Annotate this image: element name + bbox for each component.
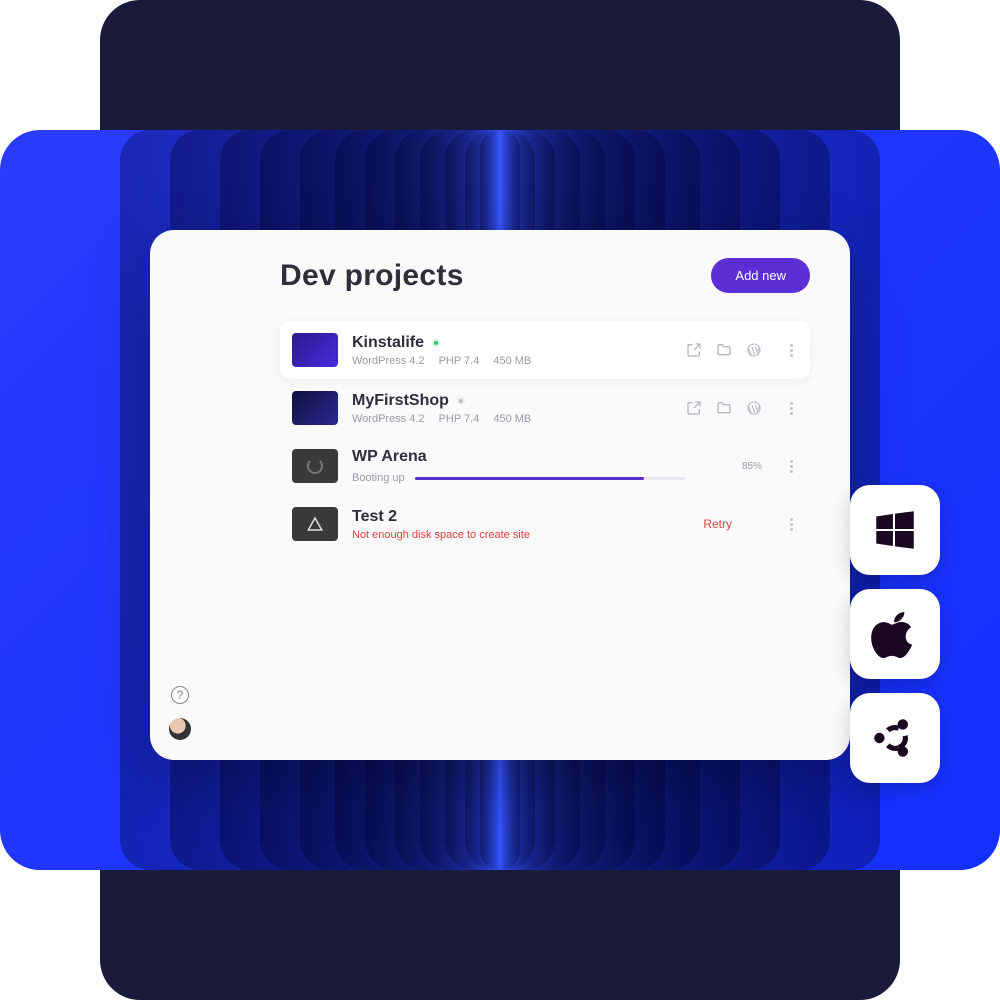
page-title: Dev projects [280,259,464,293]
folder-icon[interactable] [716,342,732,358]
avatar[interactable] [169,718,191,740]
open-external-icon[interactable] [686,400,702,416]
progress-percent: 85% [742,461,762,472]
projects-panel: ? Dev projects Add new Kinstalife WordPr… [150,230,850,760]
project-thumb [292,333,338,367]
warning-icon [306,515,324,533]
wordpress-icon[interactable] [746,400,762,416]
project-thumb [292,391,338,425]
ubuntu-download[interactable] [850,693,940,783]
project-name: MyFirstShop [352,392,449,410]
error-message: Not enough disk space to create site [352,529,689,541]
apple-icon [870,609,920,659]
project-thumb-loading [292,449,338,483]
windows-download[interactable] [850,485,940,575]
help-icon[interactable]: ? [171,686,189,704]
progress-bar [415,477,685,480]
php-version: PHP 7.4 [439,413,480,425]
os-download-stack [850,485,940,783]
more-menu[interactable] [784,460,798,473]
windows-icon [870,505,920,555]
project-thumb-warning [292,507,338,541]
php-version: PHP 7.4 [439,355,480,367]
wp-version: WordPress 4.2 [352,355,425,367]
progress-fill [415,477,645,480]
project-name: WP Arena [352,448,427,466]
project-row[interactable]: MyFirstShop WordPress 4.2 PHP 7.4 450 MB [280,379,810,437]
status-dot-running [432,339,440,347]
project-row[interactable]: WP Arena Booting up 85% [280,437,810,495]
site-size: 450 MB [493,413,531,425]
status-dot-stopped [457,397,465,405]
more-menu[interactable] [784,402,798,415]
apple-download[interactable] [850,589,940,679]
open-external-icon[interactable] [686,342,702,358]
more-menu[interactable] [784,344,798,357]
folder-icon[interactable] [716,400,732,416]
spinner-icon [307,458,323,474]
ubuntu-icon [870,713,920,763]
wp-version: WordPress 4.2 [352,413,425,425]
site-size: 450 MB [493,355,531,367]
more-menu[interactable] [784,518,798,531]
retry-button[interactable]: Retry [703,517,732,531]
project-name: Kinstalife [352,334,424,352]
project-row[interactable]: Test 2 Not enough disk space to create s… [280,495,810,553]
project-name: Test 2 [352,508,397,526]
boot-label: Booting up [352,472,405,484]
wordpress-icon[interactable] [746,342,762,358]
left-rail: ? [150,230,210,760]
add-new-button[interactable]: Add new [711,258,810,293]
project-row[interactable]: Kinstalife WordPress 4.2 PHP 7.4 450 MB [280,321,810,379]
